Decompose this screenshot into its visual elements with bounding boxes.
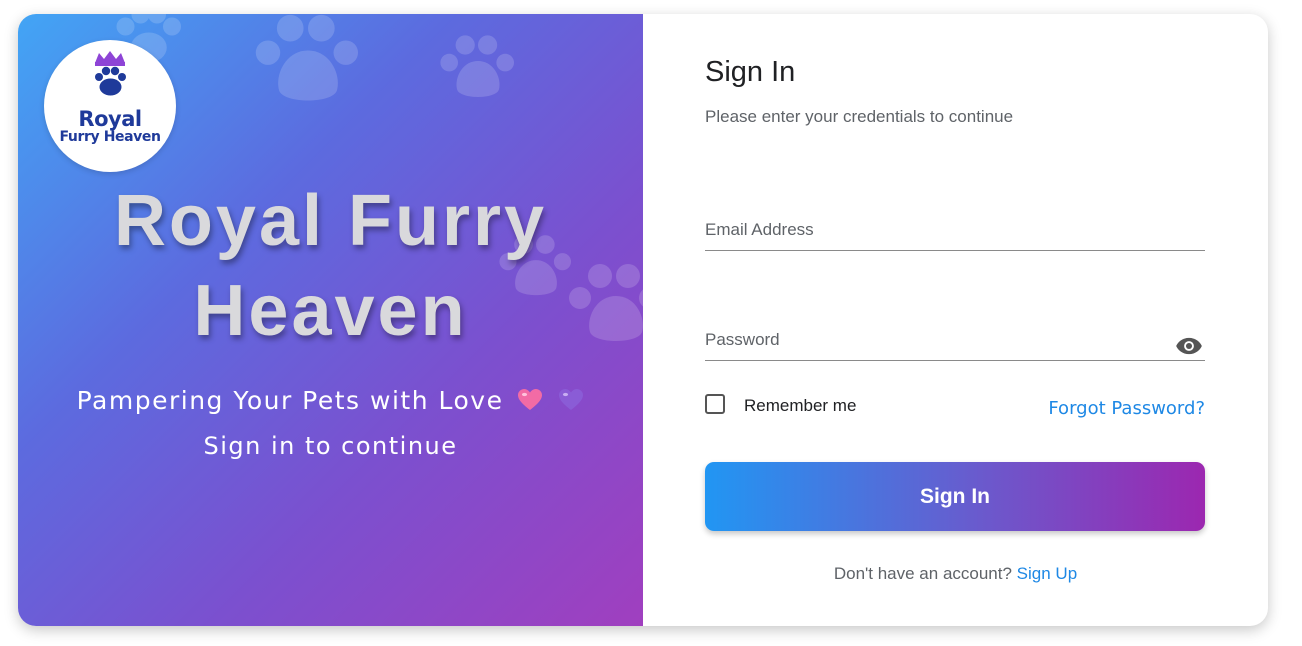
logo-text-royal: Royal	[78, 107, 142, 131]
brand-title-line1: Royal Furry	[113, 181, 548, 261]
form-description: Please enter your credentials to continu…	[705, 107, 1014, 126]
eye-icon[interactable]	[1175, 336, 1203, 356]
password-field[interactable]: Password	[705, 318, 1205, 361]
brand-title-line2: Heaven	[193, 271, 468, 351]
forgot-password-link[interactable]: Forgot Password?	[1048, 398, 1205, 419]
paw-icon	[248, 14, 368, 106]
remember-me-label[interactable]: Remember me	[744, 396, 856, 416]
purple-heart-icon	[559, 389, 584, 410]
sign-up-link[interactable]: Sign Up	[1017, 564, 1077, 583]
logo-text-furry-heaven: Furry Heaven	[59, 129, 161, 145]
signup-prompt-text: Don't have an account?	[833, 564, 1012, 583]
crown-paw-icon	[95, 51, 126, 96]
signin-subtitle: Sign in to continue	[203, 432, 458, 460]
signup-prompt: Don't have an account? Sign Up	[643, 564, 1268, 584]
remember-me-checkbox[interactable]	[705, 394, 725, 414]
pink-heart-icon	[517, 389, 542, 410]
signin-form: Sign In Please enter your credentials to…	[643, 14, 1268, 626]
tagline-text: Pampering Your Pets with Love	[76, 386, 504, 415]
form-title: Sign In	[705, 56, 796, 88]
email-field[interactable]: Email Address	[705, 208, 1205, 251]
brand-panel: Royal Furry Heaven Royal Furry Heaven Pa…	[18, 14, 643, 626]
email-label: Email Address	[705, 220, 814, 239]
sign-in-button[interactable]: Sign In	[705, 462, 1205, 531]
paw-icon	[438, 28, 518, 102]
login-card: Royal Furry Heaven Royal Furry Heaven Pa…	[18, 14, 1268, 626]
brand-title: Royal Furry Heaven	[18, 176, 643, 356]
password-label: Password	[705, 330, 780, 349]
brand-logo: Royal Furry Heaven	[44, 40, 176, 172]
tagline: Pampering Your Pets with Love	[18, 386, 643, 415]
